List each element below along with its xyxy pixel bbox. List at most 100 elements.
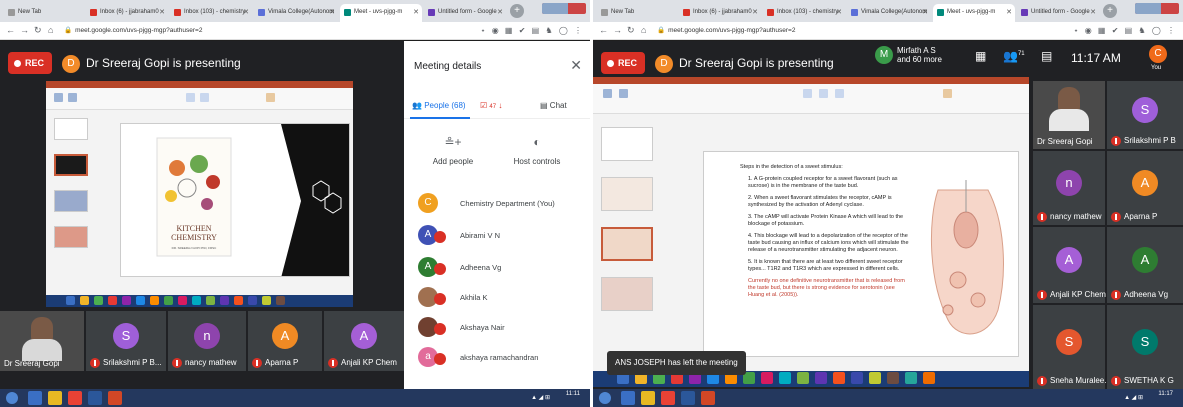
close-tab-icon[interactable]: ✕ <box>1006 8 1012 16</box>
people-button[interactable]: 👥71 <box>1003 49 1025 63</box>
window-controls[interactable] <box>1135 3 1179 14</box>
folder-icon[interactable] <box>48 391 62 405</box>
browser-tab[interactable]: Vimala College(Autonom ✕ <box>254 4 338 22</box>
reload-icon[interactable]: ↻ <box>627 25 635 36</box>
slide-thumbnails <box>597 121 667 373</box>
new-tab-button[interactable]: + <box>1103 4 1117 18</box>
participant-list-item[interactable]: A Adheena Vg <box>412 255 590 283</box>
participant-tile[interactable]: S Srilakshmi P B <box>1107 81 1183 149</box>
chat-icon[interactable]: ▤ <box>1041 49 1052 63</box>
new-tab-button[interactable]: + <box>510 4 524 18</box>
participant-list-item[interactable]: a akshaya ramachandran <box>412 345 590 373</box>
chrome-icon[interactable] <box>68 391 82 405</box>
browser-tab[interactable]: New Tab <box>597 4 677 22</box>
back-icon[interactable]: ← <box>599 25 608 35</box>
slide-note: Currently no one definitive neurotransmi… <box>748 278 905 298</box>
browser-tab[interactable]: New Tab <box>4 4 84 22</box>
self-avatar[interactable]: C <box>1149 45 1167 63</box>
tab-chat[interactable]: ▤ Chat <box>540 101 567 110</box>
url-field[interactable]: 🔒 meet.google.com/uvs-pjgg-mgp?authuser=2 <box>657 26 795 34</box>
participant-tile[interactable]: A Aparna P <box>1107 151 1183 225</box>
quick-styles-icon <box>835 89 844 98</box>
host-controls-button[interactable]: ◐ Host controls <box>502 135 572 166</box>
participant-tile[interactable]: n nancy mathew <box>168 311 246 371</box>
word-icon[interactable] <box>681 391 695 405</box>
slide-thumbnail[interactable] <box>601 177 653 211</box>
extension-icons[interactable]: ⋆ ◉ ▦ ✔ ▤ ♞ ◯ ⋮ <box>1074 26 1178 35</box>
window-controls[interactable] <box>542 3 586 14</box>
home-icon[interactable]: ⌂ <box>48 25 53 35</box>
participant-list-item[interactable]: Akhila K <box>412 285 590 313</box>
participant-tile[interactable]: n nancy mathew <box>1033 151 1105 225</box>
participant-list-item[interactable]: Akshaya Nair <box>412 315 590 343</box>
browser-tab[interactable]: Inbox (103) - chemistry ✕ <box>170 4 252 22</box>
participant-tile[interactable]: S SWETHA K G <box>1107 305 1183 389</box>
slide-thumbnail[interactable] <box>601 277 653 311</box>
forward-icon[interactable]: → <box>613 25 622 35</box>
gmail-icon <box>90 9 97 16</box>
close-tab-icon[interactable]: ✕ <box>413 8 419 16</box>
explorer-icon[interactable] <box>621 391 635 405</box>
app-icon <box>833 372 845 384</box>
mic-off-icon <box>434 293 446 305</box>
mic-off-icon <box>90 358 100 368</box>
slide-thumbnail[interactable] <box>54 190 88 212</box>
close-tab-icon[interactable]: ✕ <box>329 8 335 16</box>
participant-tile[interactable]: A Aparna P <box>248 311 322 371</box>
close-tab-icon[interactable]: ✕ <box>497 8 503 16</box>
start-icon[interactable] <box>599 392 611 404</box>
close-tab-icon[interactable]: ✕ <box>752 8 758 16</box>
browser-tab[interactable]: Inbox (6) - jjabraham0 ✕ <box>679 4 761 22</box>
slide-thumbnail[interactable] <box>601 227 653 261</box>
close-tab-icon[interactable]: ✕ <box>1090 8 1096 16</box>
participant-tile[interactable]: S Srilakshmi P B... <box>86 311 166 371</box>
participant-list-item[interactable]: A Abirami V N <box>412 223 590 251</box>
reload-icon[interactable]: ↻ <box>34 25 42 36</box>
participant-list-item[interactable]: C Chemistry Department (You) <box>412 191 590 219</box>
participant-tile[interactable]: Dr Sreeraj Gopi <box>1033 81 1105 149</box>
word-icon[interactable] <box>88 391 102 405</box>
back-icon[interactable]: ← <box>6 25 15 35</box>
slide-thumbnail[interactable] <box>54 154 88 176</box>
close-tab-icon[interactable]: ✕ <box>836 8 842 16</box>
powerpoint-icon[interactable] <box>108 391 122 405</box>
extension-icons[interactable]: ⋆ ◉ ▦ ✔ ▤ ♞ ◯ ⋮ <box>481 26 585 35</box>
home-icon[interactable]: ⌂ <box>641 25 646 35</box>
folder-icon[interactable] <box>641 391 655 405</box>
forward-icon[interactable]: → <box>20 25 29 35</box>
grid-view-icon[interactable]: ▦ <box>975 49 986 63</box>
close-tab-icon[interactable]: ✕ <box>159 8 165 16</box>
close-icon[interactable]: ✕ <box>570 57 582 74</box>
slide-thumbnail[interactable] <box>54 118 88 140</box>
participant-tile[interactable]: S Sneha Muralee... <box>1033 305 1111 389</box>
browser-tab[interactable]: Inbox (6) - jjabraham0 ✕ <box>86 4 168 22</box>
url-field[interactable]: 🔒 meet.google.com/uvs-pjgg-mgp?authuser=2 <box>64 26 202 34</box>
system-tray[interactable]: ▲ ◢ ⊞ <box>1124 394 1143 401</box>
slide-thumbnail[interactable] <box>54 226 88 248</box>
browser-tab-active[interactable]: Meet - uvs-pjgg-m ✕ <box>933 4 1015 22</box>
close-tab-icon[interactable]: ✕ <box>243 8 249 16</box>
explorer-icon[interactable] <box>28 391 42 405</box>
browser-tab[interactable]: Vimala College(Autonom ✕ <box>847 4 931 22</box>
chrome-icon[interactable] <box>661 391 675 405</box>
powerpoint-icon[interactable] <box>701 391 715 405</box>
participant-tile[interactable]: A Anjali KP Chem <box>324 311 404 371</box>
participant-tile[interactable]: Dr Sreeraj Gopi <box>0 311 84 371</box>
participant-tile[interactable]: A Anjali KP Chem <box>1033 227 1106 303</box>
browser-tab-active[interactable]: Meet - uvs-pjgg-m ✕ <box>340 4 422 22</box>
mic-off-icon <box>1111 376 1121 386</box>
browser-tab[interactable]: Untitled form - Google ✕ <box>424 4 506 22</box>
start-icon[interactable] <box>6 392 18 404</box>
tab-people[interactable]: 👥 People (68) <box>412 101 466 110</box>
browser-tab[interactable]: Untitled form - Google ✕ <box>1017 4 1099 22</box>
slide-graphic <box>121 124 349 276</box>
mic-off-icon <box>1037 376 1047 386</box>
browser-tab[interactable]: Inbox (103) - chemistry ✕ <box>763 4 845 22</box>
slide-thumbnail[interactable] <box>601 127 653 161</box>
participant-tile[interactable]: A Adheena Vg <box>1107 227 1183 303</box>
tab-chat-count[interactable]: ☑ 47 ↓ <box>480 101 502 110</box>
close-tab-icon[interactable]: ✕ <box>922 8 928 16</box>
mic-off-icon <box>172 358 182 368</box>
add-people-button[interactable]: ≗+ Add people <box>418 135 488 166</box>
system-tray[interactable]: ▲ ◢ ⊞ <box>531 394 550 401</box>
